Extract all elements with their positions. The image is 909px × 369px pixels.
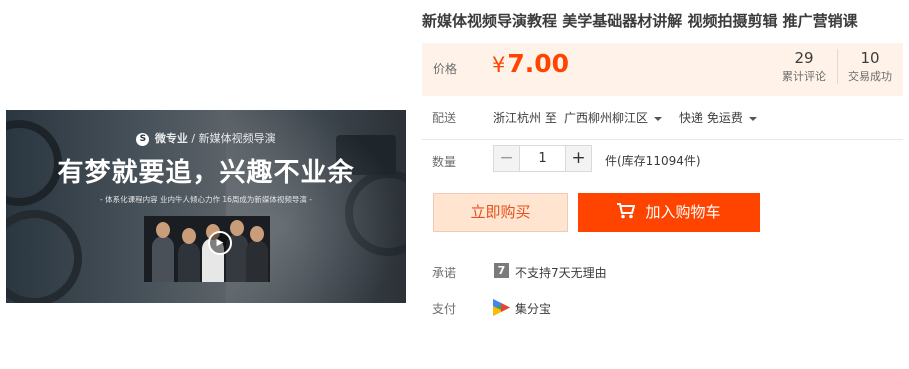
quantity-label: 数量 xyxy=(432,155,457,169)
product-main-image[interactable]: S 微专业 / 新媒体视频导演 有梦就要追，兴趣不业余 - 体系化课程内容 业内… xyxy=(6,110,406,303)
sales-label: 交易成功 xyxy=(848,70,892,83)
reviews-label: 累计评论 xyxy=(782,70,826,83)
payment-method: 集分宝 xyxy=(515,302,552,316)
price-value: ¥7.00 xyxy=(492,49,569,78)
brand-logo-icon: S xyxy=(136,132,150,146)
price-label: 价格 xyxy=(433,62,458,76)
seven-day-return-icon: 7 xyxy=(494,263,509,278)
banner-brand-line: S 微专业 / 新媒体视频导演 xyxy=(6,130,406,146)
promise-label: 承诺 xyxy=(432,266,457,280)
add-to-cart-button[interactable]: 加入购物车 xyxy=(578,193,760,232)
play-icon[interactable]: ▶ xyxy=(208,231,232,255)
buy-now-button[interactable]: 立即购买 xyxy=(433,193,568,232)
price-amount: 7.00 xyxy=(507,49,570,78)
promise-text: 不支持7天无理由 xyxy=(515,266,607,280)
instructors-photo xyxy=(144,216,270,282)
brand-name: 微专业 xyxy=(154,132,188,145)
quantity-input[interactable]: 1 xyxy=(520,145,565,172)
cart-icon xyxy=(617,203,636,219)
person xyxy=(178,228,200,282)
shipping-destination-select[interactable]: 广西柳州柳江区 xyxy=(564,109,663,126)
film-reel-decoration xyxy=(6,210,82,303)
quantity-decrease-button[interactable]: − xyxy=(493,145,520,172)
banner-headline: 有梦就要追，兴趣不业余 xyxy=(57,158,355,188)
quantity-increase-button[interactable]: + xyxy=(565,145,592,172)
divider xyxy=(422,139,903,140)
sales-count: 10 xyxy=(860,49,880,67)
stock-info: 件(库存11094件) xyxy=(605,154,701,168)
reviews-stat[interactable]: 29 累计评论 xyxy=(772,49,836,84)
shipping-from: 浙江杭州 至 xyxy=(493,111,557,125)
shipping-destination: 广西柳州柳江区 xyxy=(564,111,649,125)
shipping-method-select[interactable]: 快递 免运费 xyxy=(679,109,757,126)
person xyxy=(152,222,174,282)
person xyxy=(246,226,268,282)
payment-label: 支付 xyxy=(432,302,457,316)
reviews-count: 29 xyxy=(794,49,814,67)
sales-stat: 10 交易成功 xyxy=(837,49,902,84)
shipping-label: 配送 xyxy=(432,111,457,125)
price-panel: 价格 ¥7.00 29 累计评论 10 交易成功 xyxy=(422,43,903,96)
jifenbao-icon xyxy=(493,299,510,316)
shipping-method: 快递 免运费 xyxy=(679,111,743,125)
add-to-cart-label: 加入购物车 xyxy=(645,203,721,221)
chevron-down-icon xyxy=(654,116,663,121)
brand-course: / 新媒体视频导演 xyxy=(191,132,276,145)
chevron-down-icon xyxy=(748,116,757,121)
product-title: 新媒体视频导演教程 美学基础器材讲解 视频拍摄剪辑 推广营销课 xyxy=(422,12,858,30)
banner-subline: - 体系化课程内容 业内牛人倾心力作 16周成为新媒体视频导演 - xyxy=(100,195,312,204)
currency-symbol: ¥ xyxy=(492,53,506,77)
